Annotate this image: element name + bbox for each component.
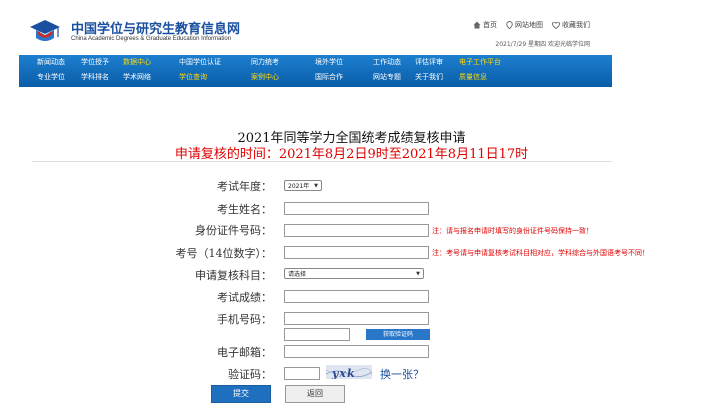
nav-item[interactable]: 评估评审 — [415, 56, 443, 70]
favorite-link[interactable]: 收藏我们 — [552, 20, 590, 30]
refresh-captcha-link[interactable]: 换一张？ — [380, 366, 424, 382]
captcha-image[interactable]: yxk — [326, 365, 372, 379]
home-icon — [473, 21, 481, 29]
email-input[interactable] — [284, 345, 429, 358]
id-number-note: 注：请与报名申请时填写的身份证件号码保持一致！ — [432, 228, 593, 235]
id-number-label: 身份证件号码： — [195, 224, 272, 237]
favorite-link-label: 收藏我们 — [562, 21, 590, 29]
location-pin-icon — [506, 21, 513, 29]
captcha-text: yxk — [331, 367, 356, 379]
nav-item[interactable]: 电子工作平台 — [459, 56, 501, 70]
exam-number-input[interactable] — [284, 246, 429, 259]
nav-item[interactable]: 学术网络 — [123, 71, 151, 85]
nav-item[interactable]: 学位授予 — [81, 56, 109, 70]
nav-item[interactable]: 案例中心 — [251, 71, 279, 85]
subject-value: 请选择 — [288, 271, 307, 278]
graduation-cap-logo-icon[interactable] — [29, 17, 61, 47]
home-link-label: 首页 — [483, 21, 497, 29]
nav-item[interactable]: 中国学位认证 — [179, 56, 221, 70]
divider — [32, 161, 612, 162]
heart-icon — [552, 21, 560, 29]
exam-year-select[interactable]: 2021年 ▼ — [284, 180, 322, 191]
subject-select[interactable]: 请选择 ▼ — [284, 268, 424, 279]
get-sms-code-button[interactable]: 获取验证码 — [366, 329, 430, 340]
home-link[interactable]: 首页 — [473, 20, 497, 30]
score-label: 考试成绩： — [217, 291, 272, 304]
site-header: 中国学位与研究生教育信息网 China Academic Degrees & G… — [19, 15, 612, 53]
chevron-down-icon: ▼ — [416, 270, 420, 277]
score-input[interactable] — [284, 290, 429, 303]
site-title[interactable]: 中国学位与研究生教育信息网 — [71, 18, 240, 37]
email-label: 电子邮箱： — [217, 346, 272, 359]
nav-item[interactable]: 同力统考 — [251, 56, 279, 70]
nav-row-2: 专业学位 学科排名 学术网络 学位查询 案例中心 国际合作 网站专题 关于我们 质量信息 — [19, 71, 612, 87]
nav-item[interactable]: 专业学位 — [37, 71, 65, 85]
nav-item[interactable]: 学科排名 — [81, 71, 109, 85]
name-input[interactable] — [284, 202, 429, 215]
captcha-graphic: yxk — [326, 367, 372, 379]
main-navigation: 新闻动态 学位授予 数据中心 中国学位认证 同力统考 境外学位 工作动态 评估评审 电子工作平台… — [19, 55, 612, 87]
nav-item[interactable]: 新闻动态 — [37, 56, 65, 70]
captcha-input[interactable] — [284, 367, 320, 380]
exam-year-value: 2021年 — [288, 183, 310, 190]
nav-item[interactable]: 网站专题 — [373, 71, 401, 85]
exam-number-label: 考号（14位数字）： — [175, 247, 273, 260]
sms-code-input[interactable] — [284, 328, 350, 341]
exam-number-note: 注：考号请与申请复核考试科目相对应，学科综合与外国语考号不同！ — [432, 250, 649, 257]
application-period: 申请复核的时间：2021年8月2日9时至2021年8月11日17时 — [174, 147, 529, 162]
phone-input[interactable] — [284, 312, 429, 325]
nav-row-1: 新闻动态 学位授予 数据中心 中国学位认证 同力统考 境外学位 工作动态 评估评审 电子工作平台 — [19, 56, 612, 72]
nav-item[interactable]: 境外学位 — [315, 56, 343, 70]
nav-item[interactable]: 质量信息 — [459, 71, 487, 85]
chevron-down-icon: ▼ — [314, 182, 318, 189]
site-subtitle: China Academic Degrees & Graduate Educat… — [71, 36, 232, 42]
nav-item[interactable]: 数据中心 — [123, 56, 151, 70]
name-label: 考生姓名： — [217, 203, 272, 216]
sitemap-link[interactable]: 网站地图 — [506, 20, 543, 30]
id-number-input[interactable] — [284, 224, 429, 237]
nav-item[interactable]: 关于我们 — [415, 71, 443, 85]
top-links: 首页 网站地图 收藏我们 — [473, 20, 590, 30]
exam-year-label: 考试年度： — [217, 180, 272, 193]
subject-label: 申请复核科目： — [195, 269, 272, 282]
sitemap-link-label: 网站地图 — [515, 21, 543, 29]
nav-item[interactable]: 学位查询 — [179, 71, 207, 85]
submit-button[interactable]: 提交 — [211, 385, 271, 403]
captcha-label: 验证码： — [228, 368, 272, 381]
date-welcome-line: 2021/7/29 星期四 欢迎光临学位网 — [495, 41, 590, 48]
phone-label: 手机号码： — [217, 313, 272, 326]
back-button[interactable]: 返回 — [285, 385, 345, 403]
nav-item[interactable]: 国际合作 — [315, 71, 343, 85]
nav-item[interactable]: 工作动态 — [373, 56, 401, 70]
